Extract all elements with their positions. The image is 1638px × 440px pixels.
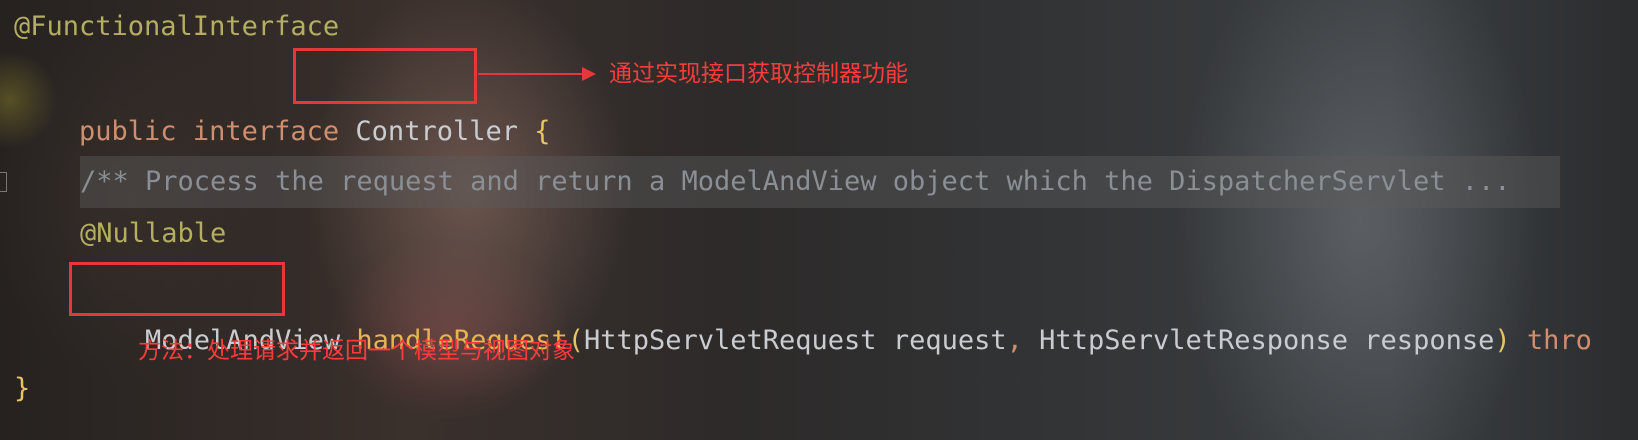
paren-close: ) [1494, 325, 1511, 356]
nullable-annotation: @Nullable [80, 218, 227, 249]
method-note: 方法：处理请求并返回一个模型与视图对象 [138, 338, 575, 364]
param1-type: HttpServletRequest [583, 325, 877, 356]
fold-marker-icon[interactable] [0, 172, 7, 192]
param-comma: , [1006, 325, 1023, 356]
controller-highlight-box [293, 48, 477, 104]
open-brace: { [534, 116, 551, 147]
param2-name: response [1364, 325, 1495, 356]
keyword-interface: interface [192, 116, 340, 147]
doc-comment-text: /** Process the request and return a Mod… [80, 166, 1511, 197]
keyword-public: public [79, 116, 177, 147]
method-signature-line: ModelAndView handleRequest(HttpServletRe… [80, 260, 1592, 356]
arrow-right-icon [582, 67, 596, 81]
annotation-arrow-line [478, 73, 584, 75]
modelandview-highlight-box [69, 262, 285, 316]
param2-type: HttpServletResponse [1039, 325, 1349, 356]
controller-note: 通过实现接口获取控制器功能 [609, 61, 908, 87]
functional-interface-annotation: @FunctionalInterface [14, 11, 340, 42]
code-editor[interactable]: @FunctionalInterface public interface Co… [0, 0, 1638, 440]
param1-name: request [892, 325, 1007, 356]
interface-name: Controller [355, 116, 518, 147]
closing-brace: } [14, 373, 31, 404]
keyword-throws: thro [1526, 325, 1592, 356]
